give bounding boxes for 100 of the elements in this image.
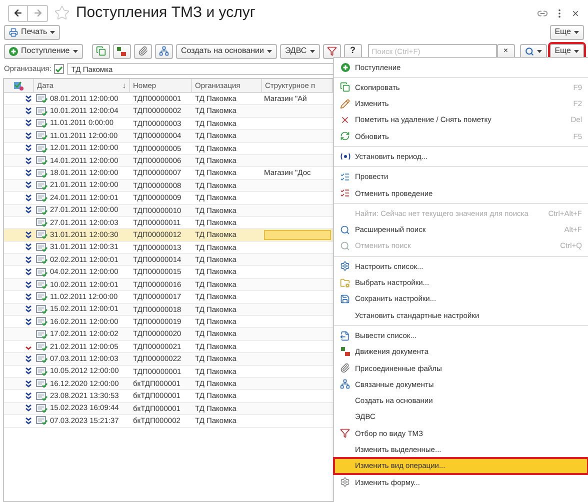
- search-icon: [340, 224, 350, 235]
- add-button[interactable]: Поступление: [4, 44, 83, 58]
- double-chevron-icon: [25, 280, 32, 289]
- document-check-icon: [36, 168, 48, 178]
- forward-arrow-icon: [32, 8, 42, 18]
- document-check-icon: [36, 317, 48, 326]
- filter-checkbox[interactable]: [54, 64, 64, 74]
- double-chevron-icon: [25, 206, 32, 214]
- debit-credit-icon: [340, 346, 350, 358]
- caret-icon: [266, 50, 272, 52]
- caret-icon: [574, 50, 579, 52]
- current-cell: [264, 230, 331, 240]
- caret-icon: [536, 50, 542, 52]
- double-chevron-icon: [25, 268, 32, 276]
- attach-button[interactable]: [134, 44, 152, 58]
- linked-documents-icon: [340, 379, 350, 390]
- document-check-icon: [36, 304, 48, 314]
- document-check-icon: [36, 230, 48, 240]
- caret-icon: [72, 50, 78, 52]
- paperclip-icon: [340, 363, 350, 374]
- document-check-icon: [36, 342, 48, 351]
- double-chevron-icon: [25, 404, 32, 412]
- document-check-icon: [36, 156, 48, 166]
- caret-icon: [310, 50, 315, 52]
- filter-icon: [326, 46, 337, 56]
- document-check-icon: [36, 255, 48, 264]
- double-chevron-icon: [25, 107, 32, 116]
- plus-icon: [9, 46, 18, 56]
- list-settings-icon: [340, 261, 350, 272]
- double-chevron-icon: [25, 354, 32, 363]
- search-icon: [524, 46, 534, 56]
- help-button[interactable]: ?: [344, 44, 362, 58]
- form-settings-icon: [340, 477, 350, 488]
- linked-documents-button[interactable]: [154, 44, 173, 58]
- more-button[interactable]: Еще: [550, 44, 584, 58]
- double-chevron-icon: [25, 305, 32, 314]
- period-icon: [340, 153, 350, 160]
- double-chevron-icon: [25, 156, 32, 165]
- double-chevron-icon: [25, 243, 32, 252]
- filter-icon: [340, 428, 350, 438]
- document-check-icon: [36, 180, 48, 190]
- document-status-icon: [13, 80, 24, 90]
- double-chevron-icon: [25, 416, 32, 425]
- double-chevron-icon: [25, 119, 32, 128]
- double-chevron-icon: [25, 132, 32, 140]
- more-button[interactable]: Еще: [550, 24, 584, 40]
- output-list-icon: [340, 330, 350, 341]
- movements-button[interactable]: [112, 44, 131, 58]
- double-chevron-icon: [25, 367, 32, 376]
- filter-button[interactable]: [322, 44, 341, 58]
- double-chevron-icon: [25, 318, 32, 326]
- document-check-icon: [36, 404, 48, 413]
- copy-icon: [96, 46, 106, 56]
- double-chevron-icon: [25, 256, 32, 264]
- double-chevron-icon: [25, 181, 32, 190]
- plus-icon: [340, 62, 350, 72]
- copy-button[interactable]: [92, 44, 110, 58]
- delete-mark-icon: [340, 115, 350, 126]
- caret-icon: [50, 30, 56, 34]
- printer-icon: [9, 28, 18, 36]
- search-button[interactable]: [520, 44, 547, 58]
- document-check-icon: [36, 268, 48, 277]
- document-check-icon: [36, 280, 48, 290]
- create-based-button[interactable]: Создать на основании: [176, 44, 277, 58]
- double-chevron-icon: [25, 144, 32, 152]
- linked-documents-icon: [158, 46, 169, 56]
- folder-gear-icon: [340, 278, 350, 288]
- double-chevron-icon: [25, 230, 32, 239]
- document-check-icon: [36, 379, 48, 388]
- double-chevron-icon: [25, 392, 32, 400]
- document-check-icon: [36, 144, 48, 153]
- document-check-icon: [36, 292, 48, 302]
- document-check-icon: [36, 218, 48, 228]
- print-button[interactable]: Печать: [4, 24, 60, 40]
- back-arrow-icon: [13, 8, 23, 18]
- pencil-icon: [340, 98, 350, 109]
- double-chevron-icon: [25, 194, 32, 202]
- document-check-icon: [36, 354, 48, 364]
- document-check-icon: [36, 242, 48, 252]
- paperclip-icon: [138, 46, 148, 56]
- copy-icon: [340, 82, 350, 92]
- double-chevron-icon: [25, 292, 32, 301]
- document-check-icon: [36, 206, 48, 215]
- document-check-icon: [36, 106, 48, 116]
- document-check-icon: [36, 131, 48, 140]
- close-icon[interactable]: [571, 8, 580, 18]
- star-icon[interactable]: [54, 5, 70, 21]
- document-check-icon: [36, 330, 48, 339]
- window-title: Поступления ТМЗ и услуг: [76, 2, 256, 23]
- document-check-icon: [36, 193, 48, 202]
- double-chevron-icon: [25, 94, 32, 103]
- document-check-icon: [36, 366, 48, 376]
- document-check-icon: [36, 416, 48, 426]
- search-icon: [340, 241, 350, 252]
- refresh-icon: [340, 131, 350, 142]
- caret-icon: [574, 30, 579, 34]
- edvs-button[interactable]: ЭДВС: [280, 44, 320, 58]
- double-chevron-icon: [25, 169, 32, 178]
- document-check-icon: [36, 392, 48, 401]
- double-chevron-icon: [25, 380, 32, 388]
